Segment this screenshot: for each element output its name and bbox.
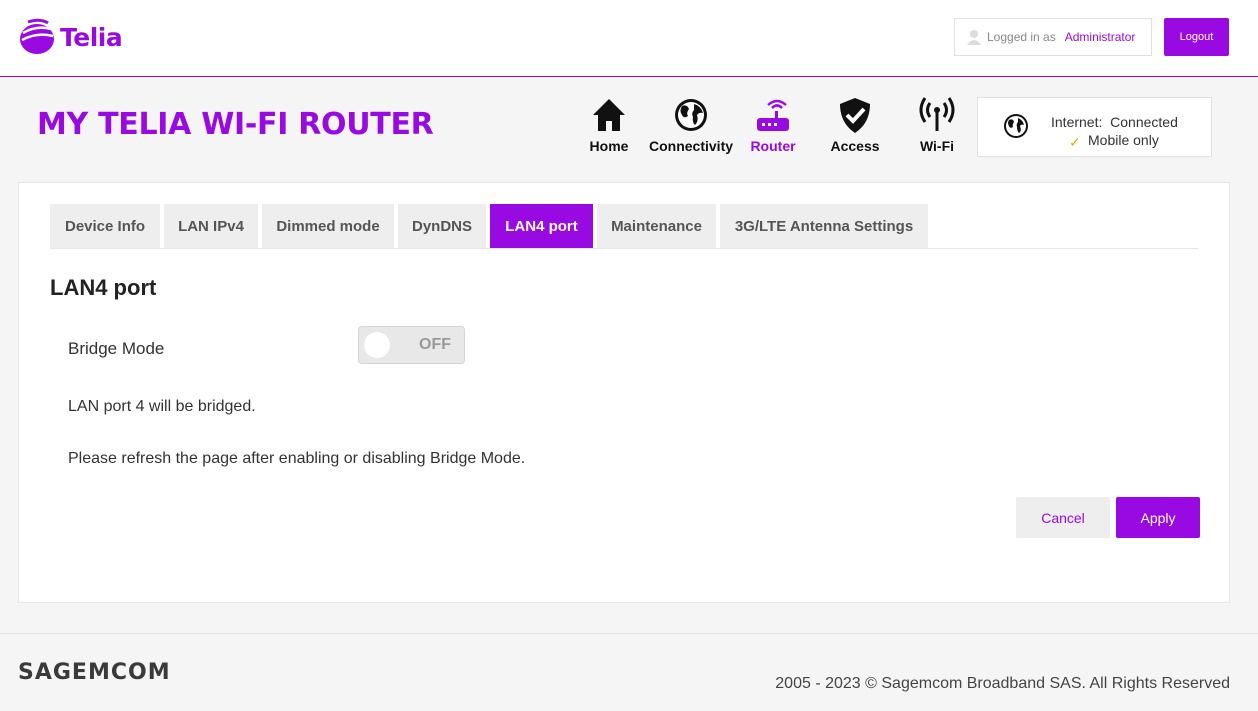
page-title: MY TELIA WI-FI ROUTER [37, 107, 434, 142]
toggle-knob [364, 332, 390, 358]
router-icon [757, 99, 789, 131]
globe-icon [675, 99, 707, 131]
tab-lan4-port[interactable]: LAN4 port [490, 204, 593, 248]
apply-button[interactable]: Apply [1116, 497, 1200, 538]
internet-value: Connected [1110, 114, 1178, 130]
bridge-mode-label: Bridge Mode [68, 339, 165, 358]
logged-in-box: Logged in as Administrator [954, 18, 1152, 56]
copyright-text: 2005 - 2023 © Sagemcom Broadband SAS. Al… [775, 675, 1230, 692]
bridge-info-text: LAN port 4 will be bridged. [68, 398, 256, 415]
home-icon [593, 99, 625, 131]
content-panel: Device Info LAN IPv4 Dimmed mode DynDNS … [18, 182, 1230, 603]
bridge-mode-toggle[interactable]: OFF [358, 326, 465, 364]
nav-item-router[interactable]: Router [732, 95, 814, 154]
logout-button[interactable]: Logout [1164, 18, 1229, 56]
nav-item-access[interactable]: Access [814, 95, 896, 154]
nav-label-home: Home [589, 138, 629, 154]
tab-dimmed-mode[interactable]: Dimmed mode [262, 204, 394, 248]
section-title: LAN4 port [50, 275, 157, 300]
cancel-button[interactable]: Cancel [1016, 497, 1110, 538]
tab-device-info[interactable]: Device Info [50, 204, 160, 248]
telia-logo[interactable]: Telia [18, 17, 123, 57]
wifi-icon [919, 97, 955, 131]
refresh-note-text: Please refresh the page after enabling o… [68, 450, 526, 467]
logged-in-label: Logged in as [987, 30, 1056, 44]
tab-3g-lte-antenna-settings[interactable]: 3G/LTE Antenna Settings [720, 204, 928, 248]
main-nav: Home Connectivity Router Access Wi-Fi [568, 95, 978, 154]
username[interactable]: Administrator [1065, 30, 1136, 44]
internet-label: Internet: [1051, 114, 1103, 130]
check-icon: ✓ [1069, 134, 1081, 150]
internet-status-text: Internet: Connected [1051, 114, 1178, 130]
nav-item-home[interactable]: Home [568, 95, 650, 154]
nav-label-wifi: Wi-Fi [919, 138, 955, 154]
tab-lan-ipv4[interactable]: LAN IPv4 [164, 204, 258, 248]
nav-label-access: Access [830, 138, 880, 154]
nav-item-wifi[interactable]: Wi-Fi [896, 95, 978, 154]
connection-mode: Mobile only [1088, 132, 1159, 148]
shield-icon [840, 98, 870, 133]
tab-dyndns[interactable]: DynDNS [398, 204, 486, 248]
user-icon [967, 30, 981, 45]
nav-label-router: Router [750, 138, 796, 154]
telia-pebble-icon [20, 18, 54, 54]
top-bar: Telia Logged in as Administrator Logout [0, 0, 1258, 77]
tab-maintenance[interactable]: Maintenance [597, 204, 716, 248]
globe-icon [1004, 114, 1028, 138]
nav-item-connectivity[interactable]: Connectivity [649, 95, 734, 154]
tab-bar: Device Info LAN IPv4 Dimmed mode DynDNS … [50, 204, 1199, 249]
nav-label-connectivity: Connectivity [649, 138, 734, 154]
sagemcom-logo: SAGEMCOM [18, 660, 171, 685]
internet-status: Internet: Connected ✓ Mobile only [977, 97, 1212, 157]
logo-text: Telia [60, 22, 123, 52]
toggle-state: OFF [419, 336, 451, 353]
footer: SAGEMCOM 2005 - 2023 © Sagemcom Broadban… [0, 633, 1258, 711]
